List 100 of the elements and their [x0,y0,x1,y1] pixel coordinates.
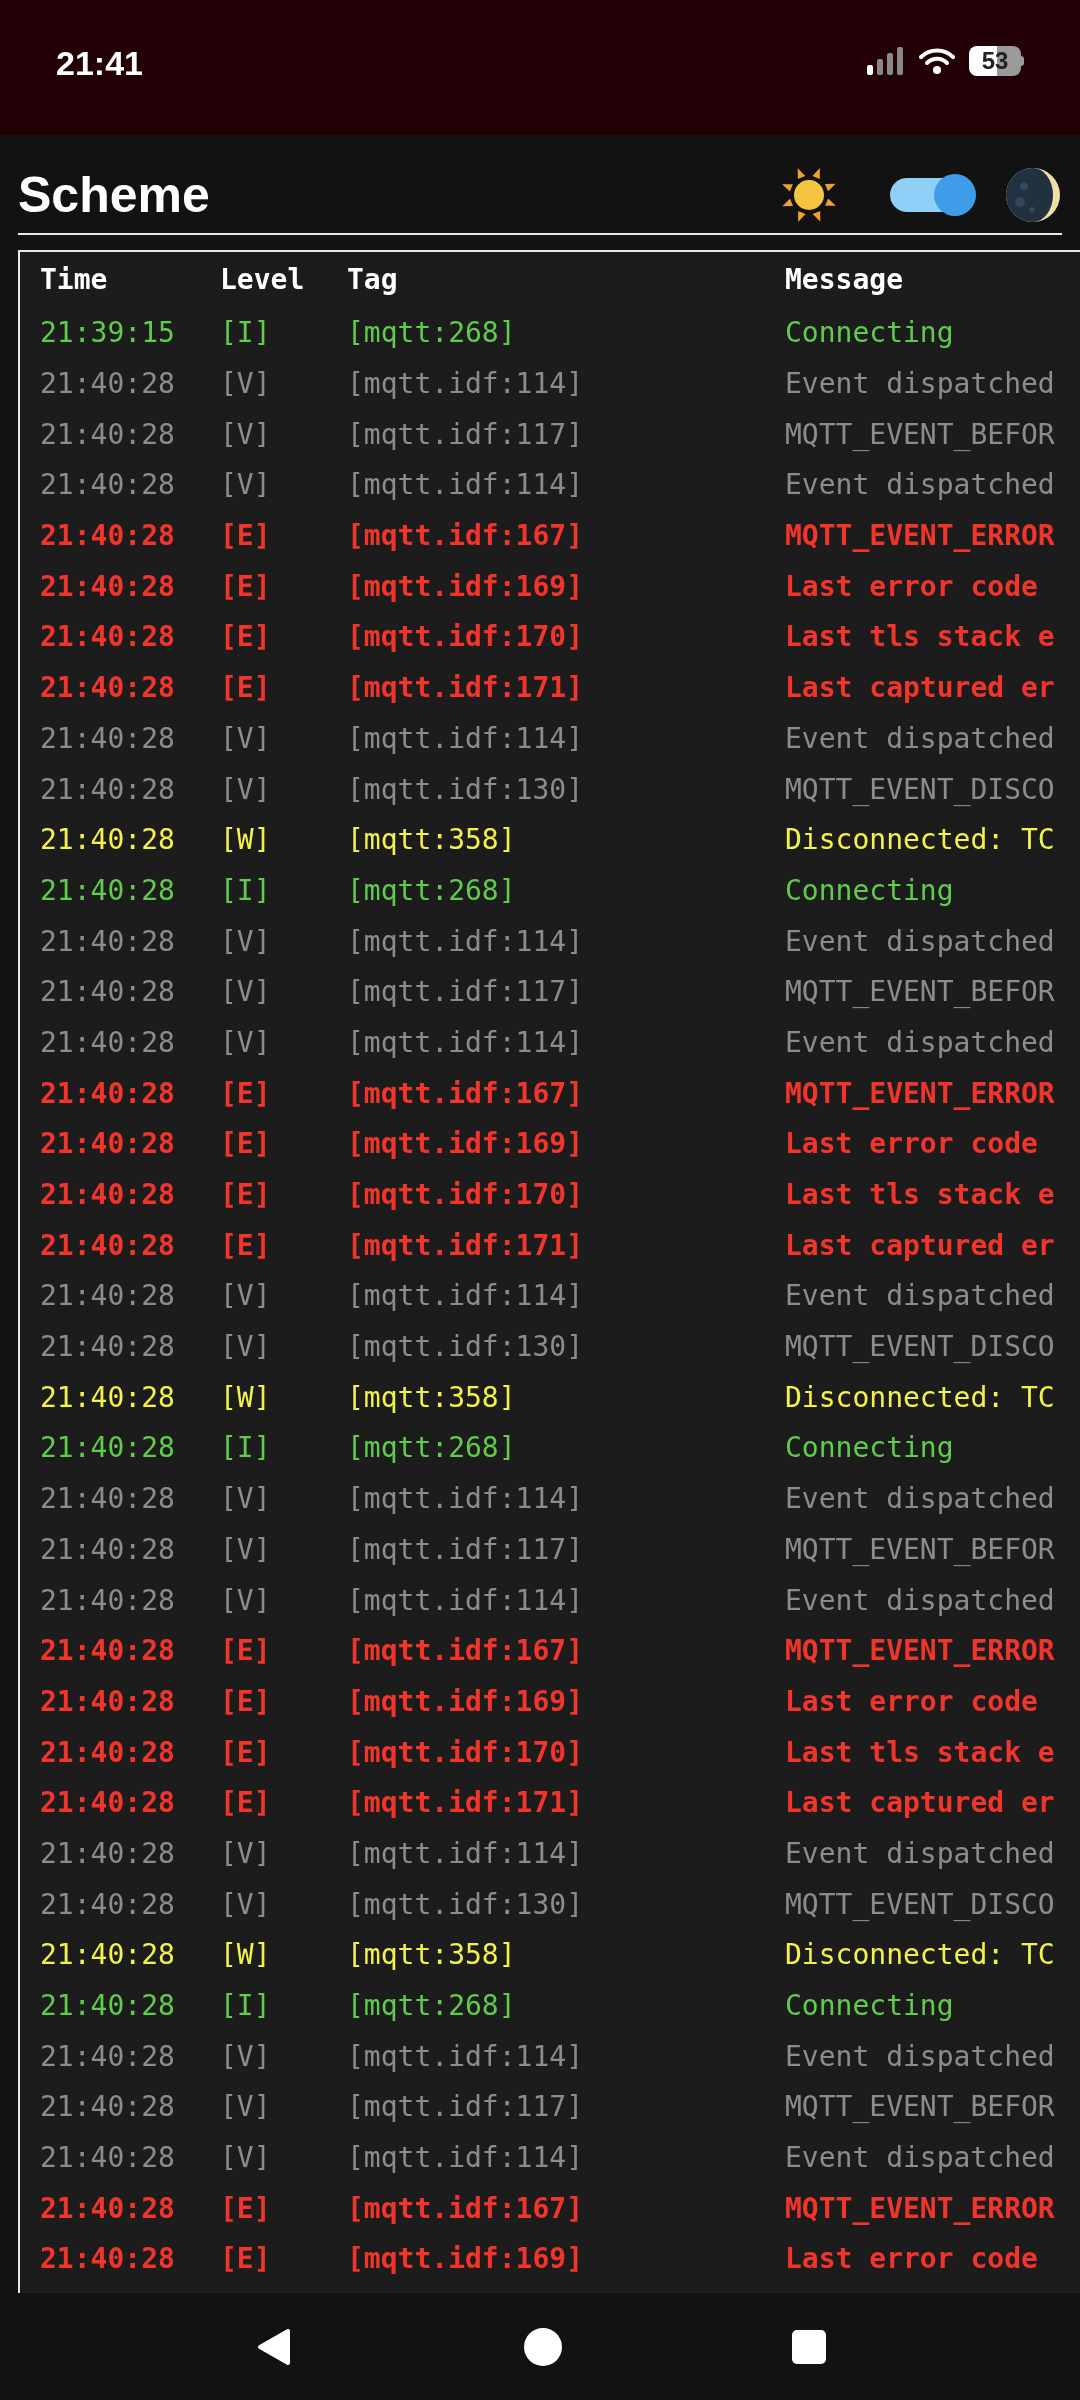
tag-cell-text: [mqtt.idf:114] [347,1024,583,1061]
tag-cell-text: [mqtt:268] [347,872,516,909]
level-cell-text: [V] [220,974,271,1011]
tag-cell-text: [mqtt.idf:170] [347,619,583,656]
level-cell-text: [E] [220,568,271,605]
time-cell-text: 21:40:28 [40,1227,175,1264]
level-cell-text: [E] [220,1075,271,1112]
time-cell-text: 21:40:28 [40,568,175,605]
time-cell-text: 21:40:28 [40,1278,175,1315]
tag-cell-text: [mqtt.idf:171] [347,1227,583,1264]
level-cell-text: [E] [220,2241,271,2278]
tag-cell-text: [mqtt.idf:114] [347,366,583,403]
level-cell-text: [V] [220,1531,271,1568]
time-cell-text: 21:40:28 [40,2140,175,2177]
time-cell-text: 21:40:28 [40,1329,175,1366]
level-cell-text: [I] [220,1988,271,2025]
tag-cell-text: [mqtt.idf:130] [347,771,583,808]
time-cell-text: 21:40:28 [40,1177,175,1214]
message-cell-text: Last captured er [785,670,1055,707]
tag-cell-text: [mqtt.idf:114] [347,2140,583,2177]
tag-cell-text: [mqtt.idf:114] [347,1582,583,1619]
message-cell-text: Event dispatched [785,923,1055,960]
tag-cell-text: [mqtt.idf:114] [347,1278,583,1315]
column-header: Message [785,262,904,298]
tag-cell-text: [mqtt.idf:130] [347,1329,583,1366]
signal-icon [867,47,905,75]
home-button[interactable] [524,2327,562,2366]
level-cell-text: [E] [220,1785,271,1822]
recents-button[interactable] [792,2329,826,2364]
level-cell-text: [E] [220,1734,271,1771]
level-cell-text: [V] [220,1835,271,1872]
level-cell-text: [E] [220,619,271,656]
time-cell-text: 21:40:28 [40,1937,175,1974]
time-cell-text: 21:40:28 [40,1835,175,1872]
tag-cell-text: [mqtt.idf:169] [347,568,583,605]
time-cell-text: 21:40:28 [40,1379,175,1416]
tag-cell-text: [mqtt.idf:117] [347,1531,583,1568]
message-cell-text: Last error code [785,2241,1038,2278]
tag-cell-text: [mqtt:358] [347,1937,516,1974]
tag-cell-text: [mqtt.idf:169] [347,2241,583,2278]
message-cell-text: Event dispatched [785,2140,1055,2177]
tag-cell-text: [mqtt.idf:117] [347,2089,583,2126]
tag-cell-text: [mqtt:358] [347,1379,516,1416]
message-cell-text: Last tls stack e [785,619,1055,656]
level-cell-text: [V] [220,1582,271,1619]
time-cell-text: 21:40:28 [40,518,175,555]
level-cell-text: [E] [220,518,271,555]
message-cell-text: Last error code [785,1683,1038,1720]
level-cell-text: [W] [220,1937,271,1974]
message-cell-text: Event dispatched [785,1835,1055,1872]
message-cell-text: Last captured er [785,1227,1055,1264]
level-cell-text: [V] [220,467,271,504]
level-cell-text: [V] [220,366,271,403]
moon-icon [1004,166,1062,224]
message-cell-text: Last captured er [785,1785,1055,1822]
tag-cell-text: [mqtt:268] [347,315,516,352]
message-cell-text: Event dispatched [785,1278,1055,1315]
column-header: Level [220,262,306,298]
tag-cell-text: [mqtt.idf:169] [347,1126,583,1163]
level-cell-text: [V] [220,720,271,757]
time-cell-text: 21:40:28 [40,1988,175,2025]
tag-cell-text: [mqtt.idf:117] [347,416,583,453]
column-header: Tag [347,262,399,298]
tag-cell-text: [mqtt.idf:114] [347,923,583,960]
time-cell-text: 21:40:28 [40,1582,175,1619]
message-cell-text: Last error code [785,568,1038,605]
tag-cell-text: [mqtt.idf:167] [347,2190,583,2227]
message-cell-text: MQTT_EVENT_BEFOR [785,2089,1055,2126]
level-cell-text: [W] [220,822,271,859]
tag-cell-text: [mqtt.idf:170] [347,1734,583,1771]
wifi-icon [919,47,955,75]
message-cell-text: MQTT_EVENT_ERROR [785,1633,1055,1670]
level-cell-text: [E] [220,1683,271,1720]
message-cell-text: Disconnected: TC [785,822,1055,859]
time-cell-text: 21:40:28 [40,974,175,1011]
level-cell-text: [V] [220,1278,271,1315]
time-cell-text: 21:40:28 [40,1886,175,1923]
time-cell-text: 21:40:28 [40,923,175,960]
level-cell-text: [E] [220,1177,271,1214]
battery-indicator: 53 [969,46,1024,76]
time-cell-text: 21:40:28 [40,1075,175,1112]
message-cell-text: Last tls stack e [785,1734,1055,1771]
time-cell-text: 21:40:28 [40,2241,175,2278]
tag-cell-text: [mqtt.idf:114] [347,467,583,504]
level-cell-text: [I] [220,1430,271,1467]
tag-cell-text: [mqtt.idf:169] [347,1683,583,1720]
tag-cell-text: [mqtt.idf:130] [347,1886,583,1923]
message-cell-text: Event dispatched [785,720,1055,757]
message-cell-text: Connecting [785,315,954,352]
time-cell-text: 21:40:28 [40,467,175,504]
time-cell-text: 21:40:28 [40,1024,175,1061]
message-cell-text: Event dispatched [785,467,1055,504]
level-cell-text: [V] [220,2140,271,2177]
tag-cell-text: [mqtt.idf:114] [347,2038,583,2075]
level-cell-text: [V] [220,2089,271,2126]
page-title: Scheme [18,170,211,220]
message-cell-text: Event dispatched [785,1481,1055,1518]
level-cell-text: [I] [220,315,271,352]
message-cell-text: MQTT_EVENT_BEFOR [785,416,1055,453]
status-time: 21:41 [56,46,143,80]
